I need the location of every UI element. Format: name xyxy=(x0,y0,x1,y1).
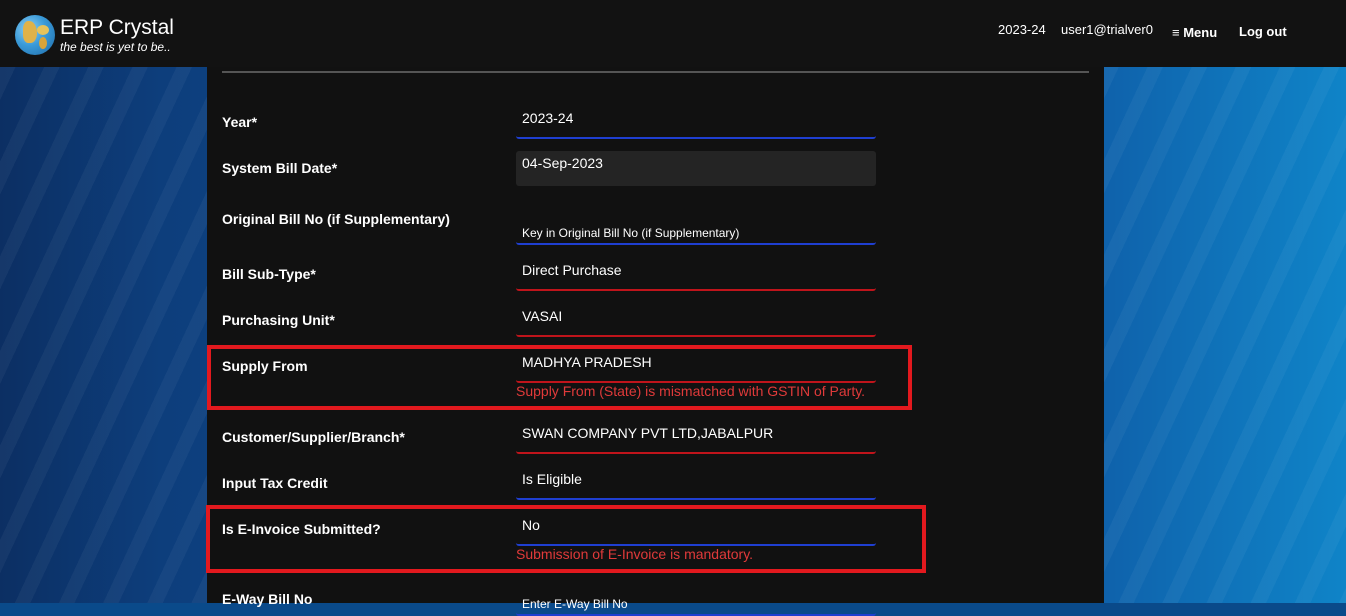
purchasing-unit-select[interactable]: VASAI xyxy=(516,303,876,337)
logout-button[interactable]: Log out xyxy=(1239,24,1287,39)
year-field[interactable]: 2023-24 xyxy=(516,105,876,139)
financial-year: 2023-24 xyxy=(998,22,1046,37)
input-tax-credit-label: Input Tax Credit xyxy=(222,475,328,491)
app-title[interactable]: ERP Crystal xyxy=(60,16,174,40)
bill-sub-type-select[interactable]: Direct Purchase xyxy=(516,257,876,291)
e-invoice-highlight xyxy=(206,505,926,573)
purchasing-unit-label: Purchasing Unit* xyxy=(222,312,335,328)
eway-bill-no-label: E-Way Bill No xyxy=(222,591,313,607)
globe-logo-icon[interactable] xyxy=(15,15,55,55)
system-bill-date-field: 04-Sep-2023 xyxy=(516,151,876,186)
original-bill-no-input[interactable]: Key in Original Bill No (if Supplementar… xyxy=(516,211,876,245)
user-name: user1@trialver0 xyxy=(1061,22,1153,37)
original-bill-no-label: Original Bill No (if Supplementary) xyxy=(222,211,450,227)
bill-sub-type-label: Bill Sub-Type* xyxy=(222,266,316,282)
system-bill-date-label: System Bill Date* xyxy=(222,160,338,176)
top-navbar: ERP Crystal the best is yet to be.. 2023… xyxy=(0,0,1346,67)
input-tax-credit-select[interactable]: Is Eligible xyxy=(516,466,876,500)
eway-bill-no-input[interactable]: Enter E-Way Bill No xyxy=(516,582,876,616)
app-tagline: the best is yet to be.. xyxy=(60,40,171,54)
section-divider xyxy=(222,71,1089,73)
supply-from-highlight xyxy=(207,345,912,410)
year-label: Year* xyxy=(222,114,258,130)
customer-supplier-branch-select[interactable]: SWAN COMPANY PVT LTD,JABALPUR xyxy=(516,420,876,454)
customer-supplier-branch-label: Customer/Supplier/Branch* xyxy=(222,429,405,445)
menu-button[interactable]: ≡ Menu xyxy=(1172,25,1217,40)
